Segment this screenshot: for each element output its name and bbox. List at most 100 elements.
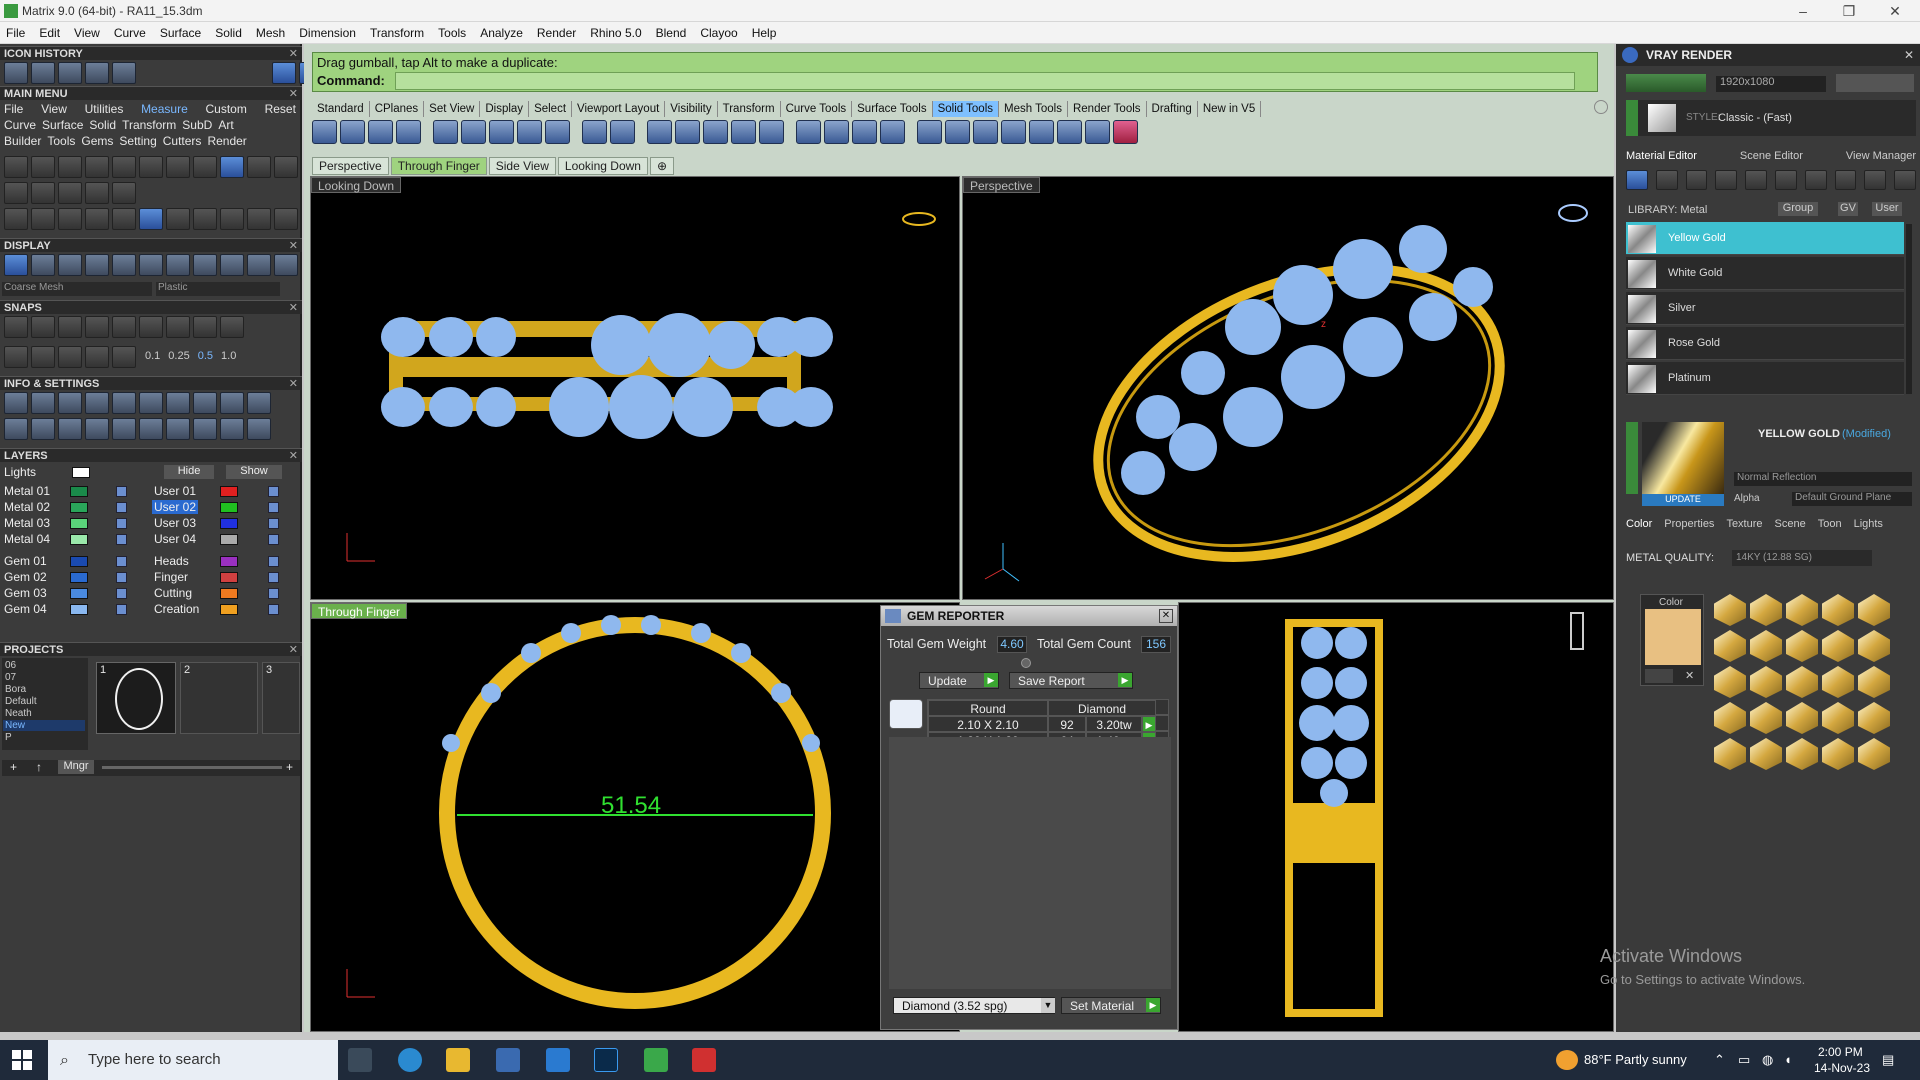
library-user-button[interactable]: User (1872, 202, 1902, 216)
solid-tool-icon[interactable] (675, 120, 700, 144)
line-tool-icon[interactable] (4, 182, 28, 204)
main-menu-reset[interactable]: Reset (265, 102, 296, 116)
gem-shape-icon[interactable] (1822, 738, 1854, 770)
sphere-icon[interactable] (166, 254, 190, 276)
layer-row[interactable]: Gem 04 (4, 602, 47, 616)
menu-surface[interactable]: Surface (160, 26, 201, 40)
subtab-lights[interactable]: Lights (1854, 518, 1883, 534)
play-icon[interactable]: ▶ (1118, 673, 1132, 687)
gem-shape-icon[interactable] (1750, 738, 1782, 770)
layer-color-swatch[interactable] (220, 556, 238, 567)
measure-tool-icon[interactable] (139, 156, 163, 178)
measure-tool-icon[interactable] (85, 156, 109, 178)
chevron-up-icon[interactable]: ⌃ (1714, 1052, 1725, 1068)
library-gv-button[interactable]: GV (1838, 202, 1858, 216)
lock-icon[interactable] (116, 486, 127, 497)
snap-icon[interactable] (139, 316, 163, 338)
up-arrow-icon[interactable]: ↑ (36, 760, 42, 774)
snap-0-1[interactable]: 0.1 (145, 350, 160, 368)
menu-curve[interactable]: Curve (114, 26, 146, 40)
tab-display[interactable]: Display (480, 101, 530, 117)
grid-snap-icon[interactable] (4, 346, 28, 368)
menu-solid-item[interactable]: Solid (89, 118, 116, 132)
material-tool-icon[interactable] (1655, 170, 1678, 190)
menu-rhino5[interactable]: Rhino 5.0 (590, 26, 641, 40)
layer-row[interactable]: User 01 (154, 484, 196, 498)
main-menu-measure[interactable]: Measure (141, 102, 188, 116)
solid-tool-icon[interactable] (1029, 120, 1054, 144)
history-tool-icon[interactable] (31, 62, 55, 84)
menu-dimension[interactable]: Dimension (299, 26, 356, 40)
menu-edit[interactable]: Edit (39, 26, 60, 40)
info-icon[interactable] (220, 418, 244, 440)
info-icon[interactable] (58, 418, 82, 440)
globe-icon[interactable]: ◍ (1762, 1052, 1773, 1068)
solid-tool-icon[interactable] (545, 120, 570, 144)
layer-row[interactable]: Gem 02 (4, 570, 47, 584)
boolean-intersection-icon[interactable] (368, 120, 393, 144)
clock-date[interactable]: 14-Nov-23 (1814, 1061, 1870, 1075)
zoom-icon[interactable] (31, 392, 55, 414)
add-view-tab-icon[interactable]: ⊕ (649, 157, 675, 175)
gem-shape-icon[interactable] (1858, 594, 1890, 626)
lock-icon[interactable] (268, 486, 279, 497)
color-swatch[interactable] (1645, 609, 1701, 665)
gem-shape-icon[interactable] (1858, 738, 1890, 770)
hide-button[interactable]: Hide (164, 465, 214, 479)
viewport-perspective[interactable]: Perspective z (962, 176, 1614, 600)
gem-shape-icon[interactable] (1858, 666, 1890, 698)
main-menu-utilities[interactable]: Utilities (85, 102, 124, 116)
snap-icon[interactable] (112, 316, 136, 338)
manager-button[interactable]: Mngr (58, 760, 94, 774)
snap-icon[interactable] (85, 316, 109, 338)
volume-icon[interactable]: ◖ (1784, 1052, 1792, 1067)
menu-help[interactable]: Help (752, 26, 777, 40)
solid-tool-icon[interactable] (973, 120, 998, 144)
measure-tool-icon[interactable] (247, 156, 271, 178)
text-tool-icon[interactable] (31, 182, 55, 204)
text-tool-icon[interactable] (58, 182, 82, 204)
lock-icon[interactable] (116, 588, 127, 599)
boolean-union-icon[interactable] (312, 120, 337, 144)
snap-icon[interactable] (220, 316, 244, 338)
lock-icon[interactable] (268, 502, 279, 513)
menu-clayoo[interactable]: Clayoo (700, 26, 737, 40)
subtab-properties[interactable]: Properties (1664, 518, 1714, 534)
tool-icon[interactable] (31, 208, 55, 230)
measure-tool-icon[interactable] (274, 156, 298, 178)
solid-tool-icon[interactable] (945, 120, 970, 144)
lights-color-swatch[interactable] (72, 467, 90, 478)
menu-blend[interactable]: Blend (656, 26, 687, 40)
lock-icon[interactable] (268, 572, 279, 583)
sphere-icon[interactable] (247, 254, 271, 276)
layer-color-swatch[interactable] (220, 588, 238, 599)
display-mode-icon[interactable] (58, 254, 82, 276)
info-icon[interactable] (220, 392, 244, 414)
save-report-button[interactable]: Save Report (1009, 672, 1133, 689)
menu-transform[interactable]: Transform (370, 26, 424, 40)
material-tool-icon[interactable] (1804, 170, 1827, 190)
menu-setting-item[interactable]: Setting (119, 134, 156, 148)
render-tools[interactable] (1836, 74, 1914, 92)
tool-icon[interactable] (4, 208, 28, 230)
solid-tool-icon[interactable] (852, 120, 877, 144)
tab-solid-tools[interactable]: Solid Tools (932, 101, 999, 117)
view-tab-perspective[interactable]: Perspective (312, 157, 389, 175)
solid-tool-icon[interactable] (647, 120, 672, 144)
material-item[interactable]: Rose Gold (1626, 327, 1904, 360)
measure-tool-icon[interactable] (31, 156, 55, 178)
material-tool-icon[interactable] (1626, 170, 1648, 190)
layer-color-swatch[interactable] (220, 604, 238, 615)
layer-row[interactable]: Gem 03 (4, 586, 47, 600)
menu-builder-item[interactable]: Builder (4, 134, 41, 148)
menu-analyze[interactable]: Analyze (480, 26, 523, 40)
display-mode-icon[interactable] (139, 254, 163, 276)
info-icon[interactable] (193, 392, 217, 414)
gem-shape-icon[interactable] (1786, 630, 1818, 662)
gem-shape-icon[interactable] (1822, 702, 1854, 734)
boolean-split-icon[interactable] (396, 120, 421, 144)
solid-tool-icon[interactable] (880, 120, 905, 144)
view-tab-through-finger[interactable]: Through Finger (390, 157, 487, 175)
notification-icon[interactable]: ▤ (1882, 1052, 1894, 1068)
weather-text[interactable]: 88°F Partly sunny (1584, 1052, 1687, 1067)
